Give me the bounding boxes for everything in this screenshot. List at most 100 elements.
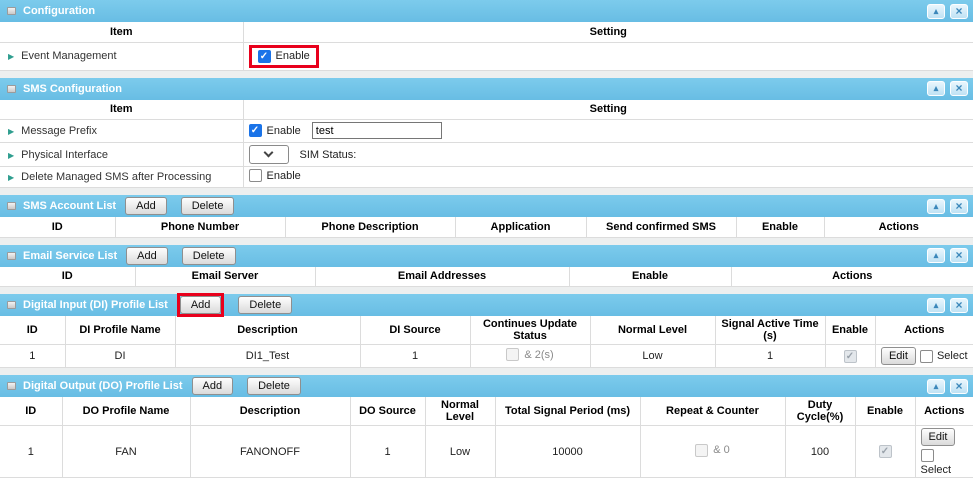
item-column-header: Item bbox=[0, 22, 243, 42]
enable-checkbox bbox=[879, 445, 892, 458]
delete-button[interactable]: Delete bbox=[182, 247, 236, 265]
close-icon[interactable]: × bbox=[950, 298, 968, 313]
physical-interface-select[interactable] bbox=[249, 145, 289, 164]
edit-button[interactable]: Edit bbox=[881, 347, 916, 365]
sim-status-label: SIM Status: bbox=[300, 149, 357, 161]
column-header-description: Description bbox=[190, 397, 350, 426]
section-icon bbox=[7, 252, 16, 260]
event-management-enable-checkbox[interactable] bbox=[258, 50, 271, 63]
column-header-normal-level: Normal Level bbox=[590, 316, 715, 345]
do-profile-list-section: Digital Output (DO) Profile List Add Del… bbox=[0, 375, 973, 478]
delete-button[interactable]: Delete bbox=[238, 296, 292, 314]
enable-label: Enable bbox=[267, 170, 301, 182]
add-button[interactable]: Add bbox=[125, 197, 167, 215]
message-prefix-input[interactable] bbox=[312, 122, 442, 139]
collapse-icon[interactable]: ▴ bbox=[927, 248, 945, 263]
column-header-do-source: DO Source bbox=[350, 397, 425, 426]
close-icon[interactable]: × bbox=[950, 248, 968, 263]
section-icon bbox=[7, 382, 16, 390]
column-header-normal-level: Normal Level bbox=[425, 397, 495, 426]
sms-configuration-table: Item Setting ▶Message Prefix Enable ▶Phy… bbox=[0, 100, 973, 189]
column-header-id: ID bbox=[0, 217, 115, 237]
item-arrow-icon: ▶ bbox=[8, 52, 14, 61]
sms-account-list-header-bar: SMS Account List Add Delete ▴ × bbox=[0, 195, 973, 217]
select-label: Select bbox=[921, 465, 971, 475]
add-button[interactable]: Add bbox=[192, 377, 234, 395]
delete-button[interactable]: Delete bbox=[247, 377, 301, 395]
section-title: Digital Output (DO) Profile List bbox=[23, 380, 183, 392]
section-title: Digital Input (DI) Profile List bbox=[23, 299, 168, 311]
di-profile-list-table: ID DI Profile Name Description DI Source… bbox=[0, 316, 973, 368]
table-row: ▶Delete Managed SMS after Processing Ena… bbox=[0, 167, 973, 188]
column-header-email-addresses: Email Addresses bbox=[315, 267, 569, 287]
close-icon[interactable]: × bbox=[950, 199, 968, 214]
sms-configuration-section: SMS Configuration ▴ × Item Setting ▶Mess… bbox=[0, 78, 973, 189]
section-title: SMS Configuration bbox=[23, 83, 122, 95]
select-label: Select bbox=[937, 350, 968, 362]
event-management-label-cell: ▶Event Management bbox=[0, 42, 243, 70]
di-row-id: 1 bbox=[0, 345, 65, 368]
select-checkbox[interactable] bbox=[921, 449, 934, 462]
collapse-icon[interactable]: ▴ bbox=[927, 199, 945, 214]
message-prefix-enable-checkbox[interactable] bbox=[249, 124, 262, 137]
column-header-phone-number: Phone Number bbox=[115, 217, 285, 237]
di-row-normal-level: Low bbox=[590, 345, 715, 368]
close-icon[interactable]: × bbox=[950, 379, 968, 394]
di-row-signal-active-time: 1 bbox=[715, 345, 825, 368]
column-header-do-profile-name: DO Profile Name bbox=[62, 397, 190, 426]
collapse-icon[interactable]: ▴ bbox=[927, 81, 945, 96]
item-column-header: Item bbox=[0, 100, 243, 120]
continues-update-checkbox bbox=[506, 348, 519, 361]
event-management-enable-highlight: Enable bbox=[249, 45, 319, 68]
delete-managed-sms-label-cell: ▶Delete Managed SMS after Processing bbox=[0, 167, 243, 188]
collapse-icon[interactable]: ▴ bbox=[927, 379, 945, 394]
do-profile-list-header-bar: Digital Output (DO) Profile List Add Del… bbox=[0, 375, 973, 397]
column-header-actions: Actions bbox=[824, 217, 973, 237]
add-button[interactable]: Add bbox=[126, 247, 168, 265]
section-title: Email Service List bbox=[23, 250, 117, 262]
column-header-actions: Actions bbox=[875, 316, 973, 345]
column-header-actions: Actions bbox=[731, 267, 973, 287]
section-title: SMS Account List bbox=[23, 200, 116, 212]
column-header-di-profile-name: DI Profile Name bbox=[65, 316, 175, 345]
do-row-actions: Edit Select bbox=[915, 426, 973, 478]
column-header-application: Application bbox=[455, 217, 586, 237]
edit-button[interactable]: Edit bbox=[921, 428, 956, 446]
column-header-phone-description: Phone Description bbox=[285, 217, 455, 237]
do-row-total-signal-period: 10000 bbox=[495, 426, 640, 478]
collapse-icon[interactable]: ▴ bbox=[927, 298, 945, 313]
table-row: ▶Event Management Enable bbox=[0, 42, 973, 70]
column-header-id: ID bbox=[0, 267, 135, 287]
column-header-email-server: Email Server bbox=[135, 267, 315, 287]
column-header-id: ID bbox=[0, 316, 65, 345]
enable-label: Enable bbox=[267, 125, 301, 137]
delete-button[interactable]: Delete bbox=[181, 197, 235, 215]
column-header-id: ID bbox=[0, 397, 62, 426]
section-icon bbox=[7, 301, 16, 309]
configuration-section: Configuration ▴ × Item Setting ▶Event Ma… bbox=[0, 0, 973, 71]
sms-account-list-table: ID Phone Number Phone Description Applic… bbox=[0, 217, 973, 238]
message-prefix-label-cell: ▶Message Prefix bbox=[0, 120, 243, 143]
section-icon bbox=[7, 85, 16, 93]
item-arrow-icon: ▶ bbox=[8, 127, 14, 136]
add-button[interactable]: Add bbox=[180, 296, 222, 314]
collapse-icon[interactable]: ▴ bbox=[927, 4, 945, 19]
select-checkbox[interactable] bbox=[920, 350, 933, 363]
add-button-highlight: Add bbox=[177, 293, 225, 317]
table-row: 1 FAN FANONOFF 1 Low 10000 & 0 100 Edit … bbox=[0, 426, 973, 478]
section-icon bbox=[7, 202, 16, 210]
column-header-enable: Enable bbox=[855, 397, 915, 426]
di-row-actions: Edit Select bbox=[875, 345, 973, 368]
column-header-description: Description bbox=[175, 316, 360, 345]
close-icon[interactable]: × bbox=[950, 4, 968, 19]
close-icon[interactable]: × bbox=[950, 81, 968, 96]
column-header-enable: Enable bbox=[825, 316, 875, 345]
do-row-repeat-counter: & 0 bbox=[640, 426, 785, 478]
setting-column-header: Setting bbox=[243, 22, 973, 42]
repeat-counter-checkbox bbox=[695, 444, 708, 457]
di-row-enable bbox=[825, 345, 875, 368]
delete-managed-sms-enable-checkbox[interactable] bbox=[249, 169, 262, 182]
sms-account-list-section: SMS Account List Add Delete ▴ × ID Phone… bbox=[0, 195, 973, 238]
table-row: ▶Physical Interface SIM Status: bbox=[0, 143, 973, 167]
do-row-enable bbox=[855, 426, 915, 478]
